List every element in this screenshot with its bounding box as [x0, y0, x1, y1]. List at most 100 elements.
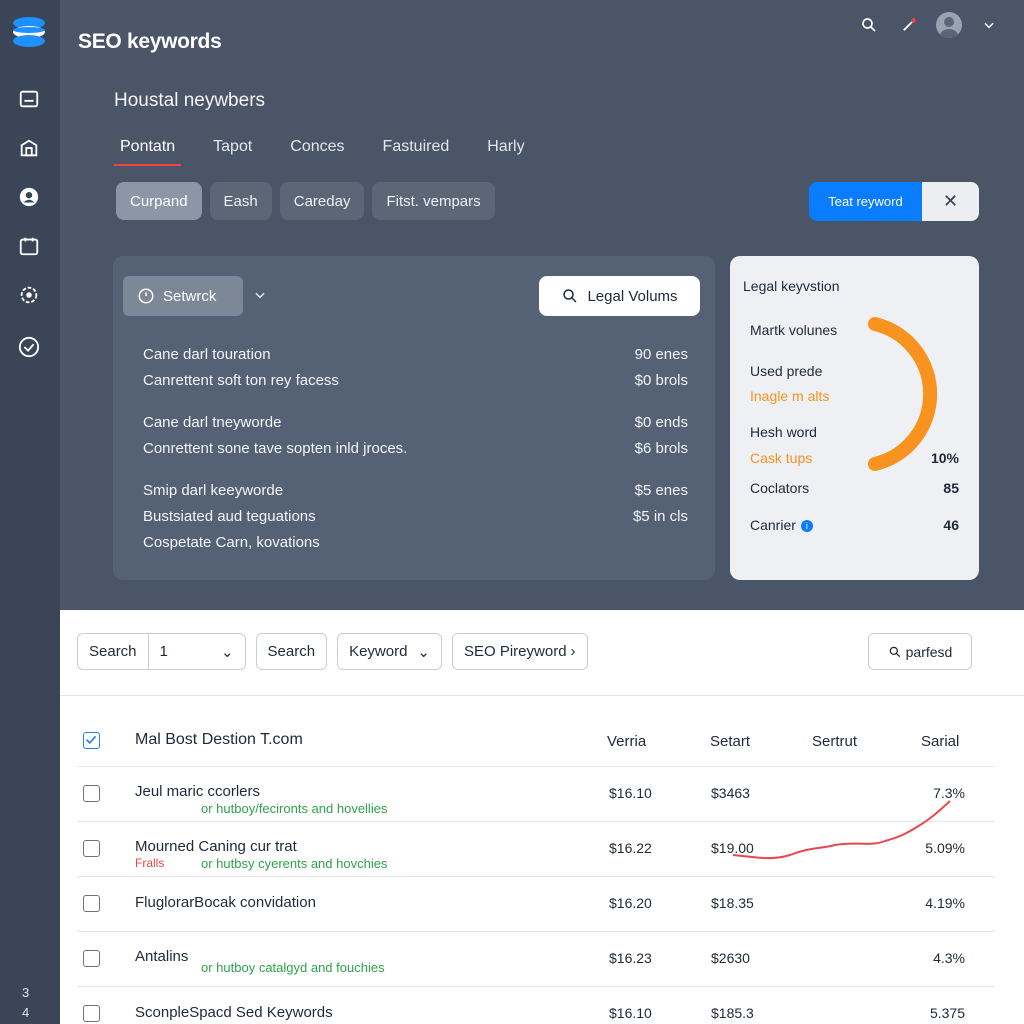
network-label: Setwrck — [163, 287, 217, 305]
network-button[interactable]: Setwrck — [123, 276, 243, 316]
table-row[interactable]: SconpleSpacd Sed Keywords $16.10 $185.3 … — [77, 986, 995, 1024]
settings-icon[interactable] — [16, 282, 42, 308]
summary-item: Cask tups — [750, 450, 813, 466]
column-header-sarial[interactable]: Sarial — [921, 733, 959, 750]
seo-keyword-dropdown[interactable]: SEO Pireyword › — [452, 633, 588, 670]
app-title: SEO keywords — [78, 30, 222, 53]
row-text: Conrettent sone tave sopten inld jroces. — [143, 439, 408, 457]
keyword-list: Cane darl touration 90 enes Canrettent so… — [143, 341, 688, 555]
trend-sparkline — [732, 800, 951, 860]
row-text: Smip darl keeyworde — [143, 481, 284, 499]
row-checkbox[interactable] — [83, 840, 100, 857]
column-header-setart[interactable]: Setart — [710, 733, 750, 750]
chevron-down-icon[interactable] — [976, 12, 1002, 38]
cell-value: $16.20 — [609, 895, 652, 911]
column-header-name[interactable]: Mal Bost Destion T.com — [135, 731, 303, 749]
keyword-dropdown[interactable]: Keyword ⌄ — [337, 633, 442, 670]
dashboard-icon[interactable] — [16, 86, 42, 112]
calendar-icon[interactable] — [16, 233, 42, 259]
row-text: Cane darl tneyworde — [143, 413, 282, 431]
parsed-label: parfesd — [905, 643, 953, 660]
list-item: Bustsiated aud teguations $5 in cls — [143, 503, 688, 529]
search-icon — [889, 646, 900, 657]
test-keyword-group: Teat reyword ✕ — [809, 182, 979, 221]
summary-item: Inagle m alts — [750, 388, 829, 404]
tab-pontatn[interactable]: Pontatn — [114, 136, 182, 166]
search-button[interactable]: Search — [255, 633, 328, 670]
row-value: $0 brols — [634, 371, 688, 389]
row-text: Canrettent soft ton rey facess — [143, 371, 339, 389]
table-row[interactable]: Antalins or hutboy catalgyd and fouchies… — [77, 931, 995, 986]
table-row[interactable]: FluglorarBocak convidation $16.20 $18.35… — [77, 876, 995, 931]
search-select[interactable]: Search 1 ⌄ — [77, 633, 246, 670]
summary-number: 46 — [943, 517, 959, 533]
cell-value: $18.35 — [711, 895, 754, 911]
row-checkbox[interactable] — [83, 1005, 100, 1022]
search-select-label: Search — [89, 643, 137, 660]
row-text: Cane darl touration — [143, 345, 271, 363]
keyword-name: Antalins — [135, 948, 189, 965]
select-all-checkbox[interactable] — [83, 732, 100, 749]
tab-harly[interactable]: Harly — [481, 136, 530, 166]
row-checkbox[interactable] — [83, 785, 100, 802]
cell-percent: 5.375 — [929, 1005, 965, 1021]
list-item: Canrettent soft ton rey facess $0 brols — [143, 367, 688, 393]
row-checkbox[interactable] — [83, 895, 100, 912]
parsed-button[interactable]: parfesd — [868, 633, 972, 670]
row-value: $0 ends — [634, 413, 688, 431]
cell-percent: 4.19% — [925, 895, 965, 911]
summary-item: Martk volunes — [750, 322, 838, 338]
sidebar-footer-top: 3 — [22, 985, 30, 1000]
row-checkbox[interactable] — [83, 950, 100, 967]
cell-value: $16.22 — [609, 840, 652, 856]
filter-chips: Curpand Eash Careday Fitst. vempars — [116, 182, 495, 220]
summary-card: Legal keyvstion Martk volunes Used prede… — [730, 256, 979, 580]
sidebar: 3 4 — [0, 0, 60, 1024]
cell-value: $16.10 — [609, 785, 652, 801]
check-circle-icon[interactable] — [16, 334, 42, 360]
chip-curpand[interactable]: Curpand — [116, 182, 202, 220]
tab-tapot[interactable]: Tapot — [207, 136, 258, 166]
chevron-down-icon[interactable] — [253, 288, 267, 307]
column-header-verria[interactable]: Verria — [607, 733, 646, 750]
legal-volumes-button[interactable]: Legal Volums — [539, 276, 700, 316]
tab-fastuired[interactable]: Fastuired — [377, 136, 456, 166]
keyword-name: Mourned Caning cur trat — [135, 838, 297, 855]
test-keyword-button[interactable]: Teat reyword — [809, 182, 922, 221]
summary-percent: 10% — [930, 450, 959, 466]
top-panel: SEO keywords Houstal neywbers Pontatn Ta… — [60, 0, 1024, 610]
summary-item: Hesh word — [750, 424, 817, 440]
avatar[interactable] — [936, 12, 962, 38]
user-icon[interactable] — [16, 184, 42, 210]
list-item: Conrettent sone tave sopten inld jroces.… — [143, 435, 688, 461]
info-icon[interactable]: i — [800, 520, 813, 533]
search-select-value[interactable]: 1 ⌄ — [147, 634, 245, 669]
chip-careday[interactable]: Careday — [279, 182, 365, 220]
keyword-subtitle: or hutboy/fecironts and hovellies — [201, 801, 388, 816]
search-icon — [563, 289, 577, 303]
cell-percent: 4.3% — [933, 950, 965, 966]
chevron-right-icon: › — [570, 643, 576, 660]
column-header-sertrut[interactable]: Sertrut — [812, 733, 857, 750]
edit-icon[interactable] — [896, 12, 922, 38]
keyword-name: SconpleSpacd Sed Keywords — [135, 1004, 333, 1021]
list-item: Cane darl tneyworde $0 ends — [143, 409, 688, 435]
list-item: Cane darl touration 90 enes — [143, 341, 688, 367]
legal-volumes-label: Legal Volums — [587, 287, 678, 305]
summary-item-label: Inagle m alts — [750, 388, 830, 404]
divider — [60, 695, 1024, 696]
keyword-tag: Fralls — [135, 856, 165, 870]
chip-first-vempars[interactable]: Fitst. vempars — [372, 182, 495, 220]
close-icon[interactable]: ✕ — [922, 182, 979, 221]
keyword-subtitle: or hutbsy cyerents and hovchies — [201, 856, 388, 871]
summary-item: Used prede — [750, 363, 823, 379]
search-icon[interactable] — [856, 12, 882, 38]
keyword-name: Jeul maric ccorlers — [135, 783, 261, 800]
table-header: Mal Bost Destion T.com Verria Setart Ser… — [77, 722, 995, 766]
box-icon[interactable] — [16, 135, 42, 161]
chip-eash[interactable]: Eash — [209, 182, 272, 220]
clock-icon — [138, 288, 154, 304]
summary-number: 85 — [943, 480, 959, 496]
tab-conces[interactable]: Conces — [284, 136, 350, 166]
chevron-down-icon: ⌄ — [417, 643, 430, 661]
